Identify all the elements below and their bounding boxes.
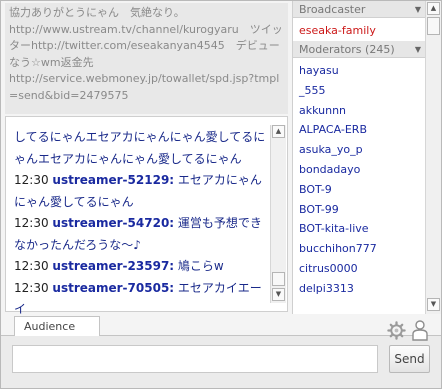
message-time: 12:30 <box>14 280 49 295</box>
moderator-item[interactable]: BOT-kita-live <box>299 219 424 239</box>
moderator-item[interactable]: BOT-99 <box>299 200 424 220</box>
moderator-item[interactable]: bucchihon777 <box>299 239 424 259</box>
info-line[interactable]: http://www.ustream.tv/channel/kurogyaru … <box>9 22 284 72</box>
person-icon[interactable] <box>411 319 429 341</box>
chat-log: してるにゃんエセアカにゃんにゃん愛してるにゃんエセアカにゃんにゃん愛してるにゃん… <box>5 116 288 316</box>
chat-widget: 協力ありがとうにゃん 気絶なり。 http://www.ustream.tv/c… <box>0 0 442 389</box>
chat-message: 12:30 ustreamer-52129: エセアカにゃんにゃん愛してるにゃん <box>14 170 269 213</box>
moderator-list: hayasu _555 akkunnn ALPACA-ERB asuka_yo_… <box>299 61 424 299</box>
moderator-item[interactable]: BOT-9 <box>299 180 424 200</box>
message-user[interactable]: ustreamer-52129: <box>52 173 174 187</box>
message-time: 12:30 <box>14 173 49 187</box>
scroll-up-icon[interactable]: ▲ <box>427 2 440 15</box>
message-user[interactable]: ustreamer-70505: <box>52 281 174 295</box>
message-user[interactable]: ustreamer-23597: <box>52 259 174 273</box>
user-list-scrollbar[interactable]: ▲ ▼ <box>425 1 441 314</box>
scroll-thumb[interactable] <box>427 17 440 35</box>
message-user[interactable]: ustreamer-54720: <box>52 216 174 230</box>
broadcaster-header-label: Broadcaster <box>299 3 366 16</box>
message-time: 12:30 <box>14 259 49 273</box>
scroll-down-icon[interactable]: ▼ <box>272 288 285 301</box>
moderator-item[interactable]: ALPACA-ERB <box>299 120 424 140</box>
chat-lines: してるにゃんエセアカにゃんにゃん愛してるにゃんエセアカにゃんにゃん愛してるにゃん… <box>14 127 269 321</box>
send-button[interactable]: Send <box>389 345 430 373</box>
moderators-header[interactable]: Moderators (245) ▼ <box>293 41 426 58</box>
channel-info: 協力ありがとうにゃん 気絶なり。 http://www.ustream.tv/c… <box>5 3 288 114</box>
moderator-item[interactable]: asuka_yo_p <box>299 140 424 160</box>
triangle-down-icon[interactable]: ▼ <box>415 41 421 58</box>
chat-message: してるにゃんエセアカにゃんにゃん愛してるにゃんエセアカにゃんにゃん愛してるにゃん <box>14 127 269 170</box>
message-text: してるにゃんエセアカにゃんにゃん愛してるにゃんエセアカにゃんにゃん愛してるにゃん <box>14 130 266 166</box>
user-list-panel: Broadcaster ▼ eseaka-family Moderators (… <box>292 1 441 314</box>
triangle-down-icon[interactable]: ▼ <box>415 1 421 18</box>
chat-input[interactable] <box>12 345 378 373</box>
moderator-item[interactable]: akkunnn <box>299 101 424 121</box>
info-line[interactable]: http://service.webmoney.jp/towallet/spd.… <box>9 71 284 104</box>
scroll-thumb[interactable] <box>272 272 285 286</box>
moderator-item[interactable]: citrus0000 <box>299 259 424 279</box>
moderators-header-label: Moderators (245) <box>299 43 395 56</box>
chat-message: 12:30 ustreamer-23597: 鳩こらw <box>14 256 269 278</box>
broadcaster-header[interactable]: Broadcaster ▼ <box>293 1 426 18</box>
moderator-item[interactable]: hayasu <box>299 61 424 81</box>
chat-message: 12:30 ustreamer-54720: 運営も予想できなかったんだろうな～… <box>14 213 269 256</box>
broadcaster-name[interactable]: eseaka-family <box>299 24 376 37</box>
moderator-item[interactable]: _555 <box>299 81 424 101</box>
scroll-down-icon[interactable]: ▼ <box>427 298 440 311</box>
tab-audience[interactable]: Audience <box>14 316 100 336</box>
gear-icon[interactable] <box>387 321 406 340</box>
moderator-item[interactable]: delpi3313 <box>299 279 424 299</box>
info-line: 協力ありがとうにゃん 気絶なり。 <box>9 6 185 19</box>
chat-message: 12:30 ustreamer-70505: エセアカイエーイ <box>14 278 269 321</box>
moderator-item[interactable]: bondadayo <box>299 160 424 180</box>
message-time: 12:30 <box>14 216 49 230</box>
scroll-up-icon[interactable]: ▲ <box>272 125 285 138</box>
message-text: 鳩こらw <box>177 259 224 273</box>
chat-scrollbar[interactable]: ▲ ▼ <box>270 125 286 303</box>
